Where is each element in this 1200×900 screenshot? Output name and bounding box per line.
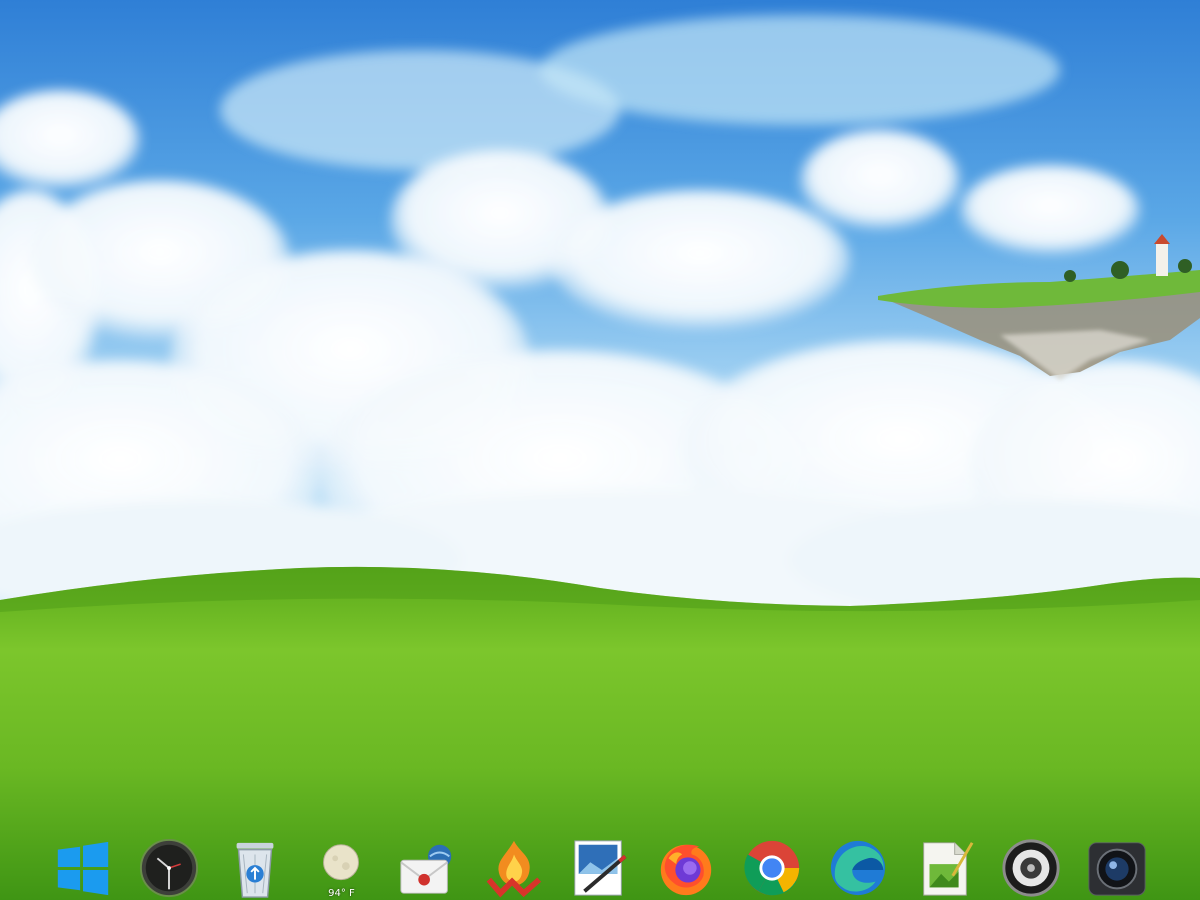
mail-icon (399, 844, 451, 894)
flame-icon (486, 840, 541, 898)
dock-item-chrome[interactable] (739, 836, 805, 900)
dock: 94° F (50, 836, 1150, 900)
recycle-bin-icon (236, 842, 274, 898)
weather-temperature: 94° F (328, 888, 355, 899)
dock-item-mail[interactable] (395, 836, 461, 900)
dock-item-notepad[interactable] (912, 836, 978, 900)
dock-item-media-player[interactable] (998, 836, 1064, 900)
dock-item-edge[interactable] (825, 836, 891, 900)
camera-icon (1088, 842, 1146, 896)
dock-item-weather[interactable]: 94° F (308, 836, 374, 900)
dock-item-clock[interactable] (136, 836, 202, 900)
dock-item-recycle-bin[interactable] (222, 836, 288, 900)
notepad-icon (922, 842, 973, 896)
desktop-wallpaper (0, 0, 1200, 900)
dock-item-burner[interactable] (481, 836, 547, 900)
dock-item-paint[interactable] (567, 836, 633, 900)
clock-icon (140, 838, 199, 898)
firefox-icon (660, 844, 712, 896)
dock-item-firefox[interactable] (653, 836, 719, 900)
edge-icon (831, 840, 886, 896)
paint-icon (574, 840, 627, 896)
dock-item-start[interactable] (50, 836, 116, 900)
desktop: 94° F (0, 0, 1200, 900)
chrome-icon (744, 840, 800, 896)
dock-item-camera[interactable] (1084, 836, 1150, 900)
speaker-icon (1002, 839, 1060, 897)
windows-logo-icon (57, 841, 109, 896)
